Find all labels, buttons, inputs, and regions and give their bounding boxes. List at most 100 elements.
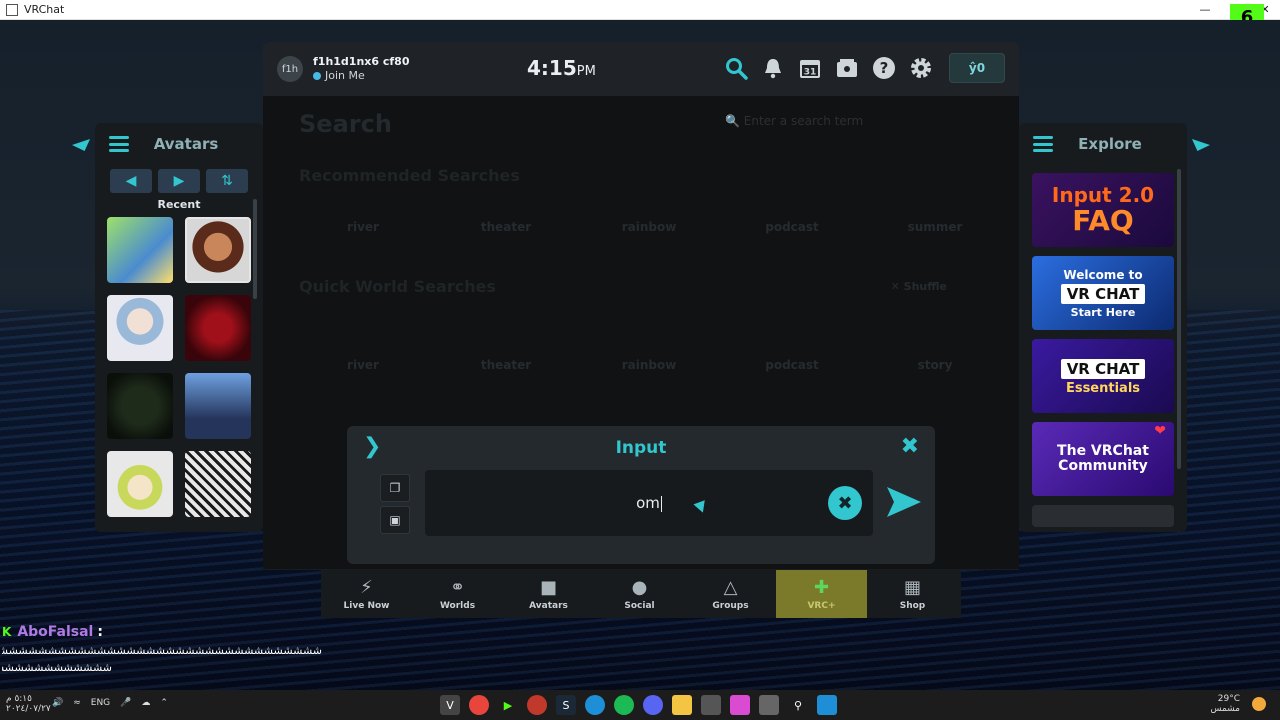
discord-icon[interactable] xyxy=(643,695,663,715)
avatar-thumbnail[interactable] xyxy=(107,451,173,517)
sort-button[interactable]: ⇅ xyxy=(206,169,248,193)
avatar-initials: f1h xyxy=(281,63,299,75)
speaker-icon[interactable]: 🔊 xyxy=(52,698,63,708)
next-button[interactable]: ▶ xyxy=(158,169,200,193)
nav-label: Social xyxy=(624,601,655,611)
explore-panel-header: Explore xyxy=(1019,123,1187,165)
avatar-thumbnail[interactable] xyxy=(107,373,173,439)
recommended-chip[interactable]: rainbow xyxy=(585,220,713,234)
clock: 4:15PM xyxy=(527,56,596,80)
folder-icon[interactable] xyxy=(672,695,692,715)
input-dialog-title: Input xyxy=(615,438,667,458)
explore-card-faq[interactable]: Input 2.0 FAQ xyxy=(1032,173,1174,247)
user-avatar[interactable]: f1h xyxy=(277,56,303,82)
card-line: FAQ xyxy=(1072,204,1134,237)
vrchat-app-icon[interactable]: V xyxy=(440,695,460,715)
quick-world-chip[interactable]: story xyxy=(871,358,999,372)
menu-icon[interactable] xyxy=(109,136,129,152)
quick-world-chip[interactable]: river xyxy=(299,358,427,372)
avatar-thumbnail[interactable] xyxy=(185,373,251,439)
menu-icon[interactable] xyxy=(1033,136,1053,152)
stream-chat-overlay: K AboFalsal: ششششششششششششششششششششششششششش… xyxy=(2,624,322,674)
language-indicator[interactable]: ENG xyxy=(91,698,110,708)
edge-icon[interactable] xyxy=(585,695,605,715)
task-view-icon[interactable] xyxy=(759,695,779,715)
avatar-book-icon: ■ xyxy=(539,577,557,598)
explore-card-welcome[interactable]: Welcome to VR CHAT Start Here xyxy=(1032,256,1174,330)
avatar-thumbnail[interactable] xyxy=(107,295,173,361)
currency-balance-button[interactable]: ŷ0 xyxy=(949,53,1005,83)
clear-input-button[interactable]: ✖ xyxy=(828,486,862,520)
explore-card-community[interactable]: The VRChat Community ❤ xyxy=(1032,422,1174,496)
recommended-chip[interactable]: theater xyxy=(442,220,570,234)
wifi-icon[interactable]: ≈ xyxy=(73,698,81,708)
recommended-chip[interactable]: podcast xyxy=(728,220,856,234)
kick-app-icon[interactable]: ▶ xyxy=(498,695,518,715)
bottom-nav: ⚡ Live Now ⚭ Worlds ■ Avatars ● Social △ Grou… xyxy=(321,570,961,618)
bell-icon[interactable] xyxy=(759,54,787,82)
avatar-thumbnail[interactable] xyxy=(185,295,251,361)
nav-live-now[interactable]: ⚡ Live Now xyxy=(321,570,412,618)
search-input[interactable]: 🔍 Enter a search term xyxy=(725,114,863,128)
paste-button[interactable]: ▣ xyxy=(380,506,410,534)
nav-avatars[interactable]: ■ Avatars xyxy=(503,570,594,618)
steam-icon[interactable]: S xyxy=(556,695,576,715)
microphone-icon[interactable]: 🎤 xyxy=(120,698,131,708)
minimize-button[interactable]: — xyxy=(1190,0,1220,20)
send-button[interactable] xyxy=(884,482,924,522)
recommended-chip[interactable]: summer xyxy=(871,220,999,234)
explore-scrollbar[interactable] xyxy=(1177,169,1181,469)
cloud-icon[interactable]: ☁ xyxy=(141,698,150,708)
people-icon: ● xyxy=(631,577,648,598)
arrow-right-icon: ▶ xyxy=(173,173,185,189)
copy-button[interactable]: ❐ xyxy=(380,474,410,502)
quick-world-chip[interactable]: theater xyxy=(442,358,570,372)
store-icon[interactable] xyxy=(701,695,721,715)
nav-vrcplus[interactable]: ✚ VRC+ xyxy=(776,570,867,618)
start-icon[interactable] xyxy=(817,695,837,715)
obs-icon[interactable] xyxy=(527,695,547,715)
close-icon[interactable]: ✖ xyxy=(901,434,919,459)
nav-worlds[interactable]: ⚭ Worlds xyxy=(412,570,503,618)
recommended-list: river theater rainbow podcast summer xyxy=(299,220,999,234)
chrome-icon[interactable] xyxy=(469,695,489,715)
shuffle-button[interactable]: ✕ Shuffle xyxy=(891,280,947,293)
kick-icon: K xyxy=(2,625,12,639)
weather-widget[interactable]: 29°C مشمس xyxy=(1210,694,1240,714)
quick-menu-topbar: f1h f1h1d1nx6 cf80 Join Me 4:15PM 31 ? ŷ… xyxy=(263,42,1019,96)
calendar-icon[interactable]: 31 xyxy=(796,54,824,82)
gear-icon[interactable] xyxy=(907,54,935,82)
avatar-thumbnail[interactable] xyxy=(107,217,173,283)
avatars-scrollbar[interactable] xyxy=(253,199,257,299)
nav-groups[interactable]: △ Groups xyxy=(685,570,776,618)
explore-card-essentials[interactable]: VR CHAT Essentials xyxy=(1032,339,1174,413)
copilot-icon[interactable] xyxy=(730,695,750,715)
window-title: VRChat xyxy=(24,3,65,16)
help-icon[interactable]: ? xyxy=(870,54,898,82)
nav-shop[interactable]: ▦ Shop xyxy=(867,570,958,618)
prev-button[interactable]: ◀ xyxy=(110,169,152,193)
avatar-thumbnail[interactable] xyxy=(185,451,251,517)
weather-text: مشمس xyxy=(1210,704,1240,714)
chevron-up-icon[interactable]: ⌃ xyxy=(160,698,168,708)
gallery-icon[interactable] xyxy=(833,54,861,82)
recommended-chip[interactable]: river xyxy=(299,220,427,234)
card-line: Input 2.0 xyxy=(1051,183,1155,207)
card-line: Essentials xyxy=(1065,380,1141,396)
nav-social[interactable]: ● Social xyxy=(594,570,685,618)
explore-card-partial[interactable] xyxy=(1032,505,1174,527)
clock-time: 4:15 xyxy=(527,56,577,80)
window-titlebar: VRChat — □ ✕ xyxy=(0,0,1280,20)
nav-label: Groups xyxy=(712,601,749,611)
quick-world-chip[interactable]: podcast xyxy=(728,358,856,372)
taskbar-clock[interactable]: ٥:١٥ م ٢٠٢٤/٠٧/٢٧ xyxy=(6,694,51,714)
user-info[interactable]: f1h1d1nx6 cf80 Join Me xyxy=(313,55,409,83)
search-icon[interactable] xyxy=(722,54,750,82)
text-input-field[interactable]: om xyxy=(425,470,873,536)
taskbar-search-icon[interactable]: ⚲ xyxy=(788,695,808,715)
windows-taskbar: ٥:١٥ م ٢٠٢٤/٠٧/٢٧ 🔊 ≈ ENG 🎤 ☁ ⌃ V ▶ S ⚲ … xyxy=(0,690,1280,720)
quick-world-chip[interactable]: rainbow xyxy=(585,358,713,372)
input-dialog-header: ❯ Input ✖ xyxy=(347,426,935,468)
spotify-icon[interactable] xyxy=(614,695,634,715)
avatar-thumbnail-selected[interactable] xyxy=(185,217,251,283)
